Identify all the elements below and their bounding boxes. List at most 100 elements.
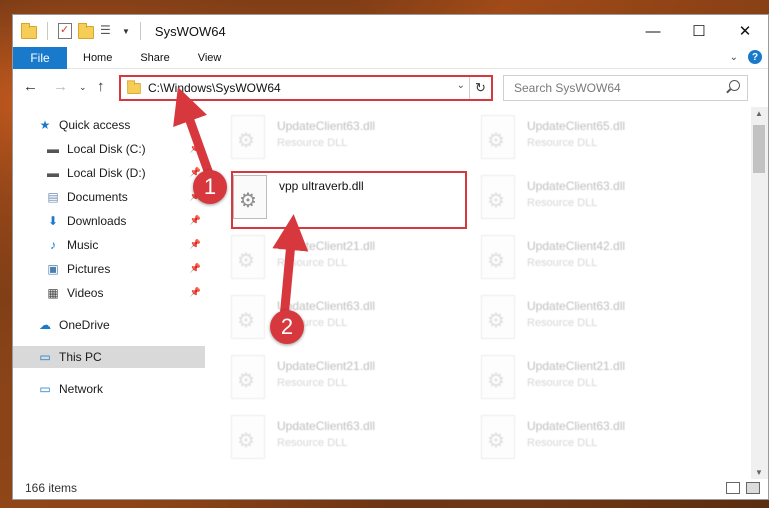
file-type: Resource DLL xyxy=(527,137,598,149)
title-bar: ☰ ▼ SysWOW64 — ☐ ✕ xyxy=(13,15,768,47)
network-icon: ▭ xyxy=(39,382,51,396)
vertical-scrollbar[interactable]: ▲ ▼ xyxy=(751,107,768,479)
tab-view[interactable]: View xyxy=(184,52,236,64)
file-item[interactable]: UpdateClient63.dllResource DLL xyxy=(481,415,711,467)
dll-file-icon xyxy=(231,115,265,159)
forward-icon[interactable]: → xyxy=(53,78,68,95)
window-title: SysWOW64 xyxy=(154,23,226,39)
nav-local-disk-c[interactable]: ▬ Local Disk (C:) 📌 xyxy=(13,138,205,160)
dll-file-icon xyxy=(481,175,515,219)
close-button[interactable]: ✕ xyxy=(722,15,768,47)
nav-network[interactable]: ▭ Network xyxy=(13,378,205,400)
folder-icon xyxy=(21,23,37,39)
address-path[interactable]: C:\Windows\SysWOW64 xyxy=(148,81,281,95)
file-item[interactable]: UpdateClient21.dll Resource DLL xyxy=(231,235,461,287)
help-icon[interactable]: ? xyxy=(748,50,762,64)
nav-label: Quick access xyxy=(59,118,131,132)
pin-icon[interactable]: 📌 xyxy=(190,239,201,250)
tab-file[interactable]: File xyxy=(13,46,67,69)
nav-videos[interactable]: ▦ Videos 📌 xyxy=(13,282,205,304)
pin-icon[interactable]: 📌 xyxy=(190,215,201,226)
new-folder-icon[interactable] xyxy=(78,23,94,39)
dll-file-icon xyxy=(231,295,265,339)
properties-icon[interactable] xyxy=(58,23,72,39)
details-view-icon[interactable] xyxy=(726,482,740,494)
folder-icon xyxy=(127,79,141,94)
file-type: Resource DLL xyxy=(527,317,598,329)
nav-pictures[interactable]: ▣ Pictures 📌 xyxy=(13,258,205,280)
chevron-down-icon[interactable]: ▼ xyxy=(122,27,130,36)
nav-onedrive[interactable]: ☁ OneDrive xyxy=(13,314,205,336)
drive-icon: ▬ xyxy=(47,166,59,180)
cloud-icon: ☁ xyxy=(39,318,51,332)
nav-downloads[interactable]: ⬇ Downloads 📌 xyxy=(13,210,205,232)
step-badge-2: 2 xyxy=(270,310,304,344)
file-item[interactable]: UpdateClient21.dll Resource DLL xyxy=(231,355,461,407)
nav-local-disk-d[interactable]: ▬ Local Disk (D:) 📌 xyxy=(13,162,205,184)
minimize-button[interactable]: — xyxy=(630,15,676,47)
pin-icon[interactable]: 📌 xyxy=(190,287,201,298)
nav-documents[interactable]: ▤ Documents 📌 xyxy=(13,186,205,208)
scroll-thumb[interactable] xyxy=(753,125,765,173)
chevron-down-icon[interactable]: ⌄ xyxy=(457,80,465,91)
nav-label: Downloads xyxy=(67,214,127,228)
file-item[interactable]: UpdateClient65.dll Resource DLL xyxy=(481,115,711,167)
nav-label: Pictures xyxy=(67,262,111,276)
file-name: UpdateClient21.dll xyxy=(527,359,626,373)
chevron-down-icon[interactable]: ⌄ xyxy=(730,52,738,63)
star-icon: ★ xyxy=(39,118,51,132)
nav-music[interactable]: ♪ Music 📌 xyxy=(13,234,205,256)
customize-icon[interactable]: ☰ xyxy=(100,23,116,39)
highlight-box xyxy=(231,171,467,229)
nav-label: Local Disk (C:) xyxy=(67,142,146,156)
dll-file-icon xyxy=(481,415,515,459)
nav-label: This PC xyxy=(59,350,102,364)
scroll-down-icon[interactable]: ▼ xyxy=(755,468,763,477)
file-name: UpdateClient63.dll xyxy=(527,419,626,433)
search-input[interactable]: Search SysWOW64 xyxy=(503,75,748,101)
file-item[interactable]: UpdateClient63.dllResource DLL xyxy=(231,415,461,467)
file-type: Resource DLL xyxy=(277,377,348,389)
file-item[interactable]: UpdateClient21.dll Resource DLL xyxy=(481,355,711,407)
item-count: 166 items xyxy=(25,481,78,495)
music-icon: ♪ xyxy=(50,238,56,252)
recent-locations-icon[interactable]: ⌄ xyxy=(79,82,87,93)
quick-access-toolbar: ☰ ▼ xyxy=(13,22,145,40)
tab-home[interactable]: Home xyxy=(67,52,126,64)
nav-label: Videos xyxy=(67,286,104,300)
file-item[interactable]: UpdateClient63.dllResource DLL xyxy=(231,295,461,347)
explorer-window: ☰ ▼ SysWOW64 — ☐ ✕ File Home Share View … xyxy=(12,14,769,500)
pin-icon[interactable]: 📌 xyxy=(190,143,201,154)
file-name: UpdateClient63.dll xyxy=(527,179,626,193)
file-type: Resource DLL xyxy=(527,257,598,269)
maximize-button[interactable]: ☐ xyxy=(676,15,722,47)
pictures-icon: ▣ xyxy=(47,262,59,276)
address-bar[interactable]: C:\Windows\SysWOW64 ⌄ ↻ xyxy=(119,75,493,101)
file-item[interactable]: UpdateClient63.dll Resource DLL xyxy=(481,295,711,347)
dll-file-icon xyxy=(231,355,265,399)
file-item[interactable]: UpdateClient42.dll Resource DLL xyxy=(481,235,711,287)
nav-label: Local Disk (D:) xyxy=(67,166,146,180)
search-icon[interactable] xyxy=(729,80,740,91)
videos-icon: ▦ xyxy=(47,286,59,300)
dll-file-icon xyxy=(231,415,265,459)
pin-icon[interactable]: 📌 xyxy=(190,263,201,274)
dll-file-icon xyxy=(481,295,515,339)
nav-this-pc[interactable]: ▭ This PC xyxy=(13,346,205,368)
divider xyxy=(47,22,48,40)
tab-share[interactable]: Share xyxy=(126,52,183,64)
scroll-up-icon[interactable]: ▲ xyxy=(755,109,763,118)
up-icon[interactable]: ↑ xyxy=(97,78,105,95)
file-type: Resource DLL xyxy=(527,197,598,209)
file-type: Resource DLL xyxy=(527,377,598,389)
file-item[interactable]: UpdateClient63.dll Resource DLL xyxy=(481,175,711,227)
file-item[interactable]: UpdateClient63.dllResource DLL xyxy=(231,115,461,167)
nav-quick-access[interactable]: ★ Quick access xyxy=(13,114,205,136)
drive-icon: ▬ xyxy=(47,142,59,156)
file-name: UpdateClient63.dll xyxy=(527,299,626,313)
large-icons-view-icon[interactable] xyxy=(746,482,760,494)
refresh-icon[interactable]: ↻ xyxy=(469,77,491,99)
divider xyxy=(139,22,141,40)
back-icon[interactable]: ← xyxy=(23,78,38,95)
search-placeholder: Search SysWOW64 xyxy=(514,81,621,95)
